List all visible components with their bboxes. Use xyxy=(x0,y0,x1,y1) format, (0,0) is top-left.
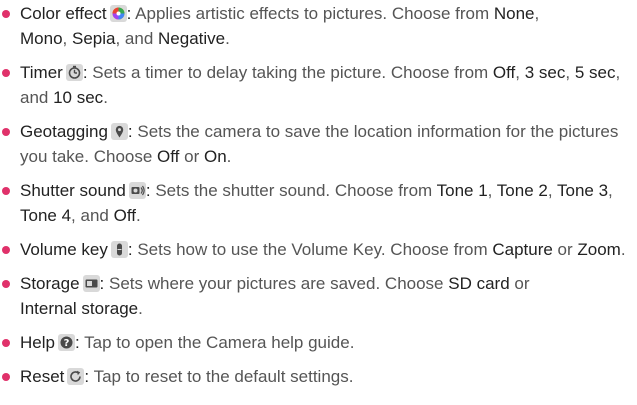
volume-key-icon xyxy=(110,241,128,258)
term: Geotagging xyxy=(20,122,108,141)
end-punctuation: . xyxy=(226,147,232,166)
option: Capture xyxy=(492,240,553,259)
end-punctuation: . xyxy=(103,88,108,107)
separator: , xyxy=(608,181,613,200)
separator: , xyxy=(547,181,557,200)
bullet xyxy=(2,128,10,136)
camera-settings-list: Color effect: Applies artistic effects t… xyxy=(0,0,637,389)
option: Tone 4 xyxy=(20,206,72,225)
option: Off xyxy=(113,206,136,225)
option: Tone 3 xyxy=(556,181,609,200)
reset-icon xyxy=(67,368,85,385)
option: Off xyxy=(492,63,516,82)
separator: , and xyxy=(71,206,114,225)
list-item-help: Help?: Tap to open the Camera help guide… xyxy=(0,330,637,355)
option: 10 sec xyxy=(53,88,104,107)
bullet xyxy=(2,187,10,195)
help-icon: ? xyxy=(57,334,75,351)
description: Sets how to use the Volume Key. Choose f… xyxy=(132,240,493,259)
separator: or xyxy=(509,274,530,293)
list-item-reset: Reset: Tap to reset to the default setti… xyxy=(0,364,637,389)
separator: or xyxy=(179,147,204,166)
option: Sepia xyxy=(71,29,116,48)
description: Sets where your pictures are saved. Choo… xyxy=(104,274,449,293)
option: None xyxy=(493,4,535,23)
option: 5 sec xyxy=(574,63,616,82)
option: Mono xyxy=(20,29,63,48)
separator: , xyxy=(487,181,497,200)
svg-text:?: ? xyxy=(64,338,70,349)
list-item-storage: Storage: Sets where your pictures are sa… xyxy=(0,271,637,321)
term: Shutter sound xyxy=(20,181,126,200)
list-item-shutter-sound: Shutter sound: Sets the shutter sound. C… xyxy=(0,178,637,228)
term: Volume key xyxy=(20,240,108,259)
list-item-geotagging: Geotagging: Sets the camera to save the … xyxy=(0,119,637,169)
end-punctuation: . xyxy=(135,206,141,225)
list-item-color-effect: Color effect: Applies artistic effects t… xyxy=(0,1,637,51)
option: Tone 2 xyxy=(496,181,548,200)
option: 3 sec xyxy=(524,63,566,82)
option: Off xyxy=(157,147,180,166)
option: Negative xyxy=(158,29,226,48)
description: Applies artistic effects to pictures. Ch… xyxy=(131,4,494,23)
color-effect-icon xyxy=(109,5,127,22)
storage-icon xyxy=(82,275,100,292)
description: Tap to reset to the default settings. xyxy=(89,367,354,386)
bullet xyxy=(2,339,10,347)
option: Tone 1 xyxy=(436,181,488,200)
bullet xyxy=(2,69,10,77)
separator: , xyxy=(62,29,72,48)
end-punctuation: . xyxy=(620,240,626,259)
term: Color effect xyxy=(20,4,107,23)
separator: , xyxy=(515,63,525,82)
description: Sets the camera to save the location inf… xyxy=(20,122,619,166)
separator: or xyxy=(552,240,578,259)
description: Sets the shutter sound. Choose from xyxy=(150,181,437,200)
list-item-timer: Timer: Sets a timer to delay taking the … xyxy=(0,60,637,110)
term: Help xyxy=(20,333,55,352)
end-punctuation: . xyxy=(225,29,230,48)
term: Storage xyxy=(20,274,80,293)
bullet xyxy=(2,10,10,18)
option: SD card xyxy=(448,274,510,293)
option: Zoom xyxy=(577,240,621,259)
bullet xyxy=(2,373,10,381)
term: Timer xyxy=(20,63,63,82)
description: Tap to open the Camera help guide. xyxy=(79,333,355,352)
separator: , and xyxy=(115,29,159,48)
timer-icon xyxy=(65,64,83,81)
end-punctuation: . xyxy=(138,299,143,318)
separator: , xyxy=(534,4,540,23)
geotagging-icon xyxy=(110,123,128,140)
bullet xyxy=(2,280,10,288)
option: Internal storage xyxy=(20,299,139,318)
description: Sets a timer to delay taking the picture… xyxy=(87,63,493,82)
shutter-sound-icon xyxy=(128,182,146,199)
option: On xyxy=(203,147,227,166)
bullet xyxy=(2,246,10,254)
separator: , xyxy=(565,63,575,82)
list-item-volume-key: Volume key: Sets how to use the Volume K… xyxy=(0,237,637,262)
term: Reset xyxy=(20,367,65,386)
